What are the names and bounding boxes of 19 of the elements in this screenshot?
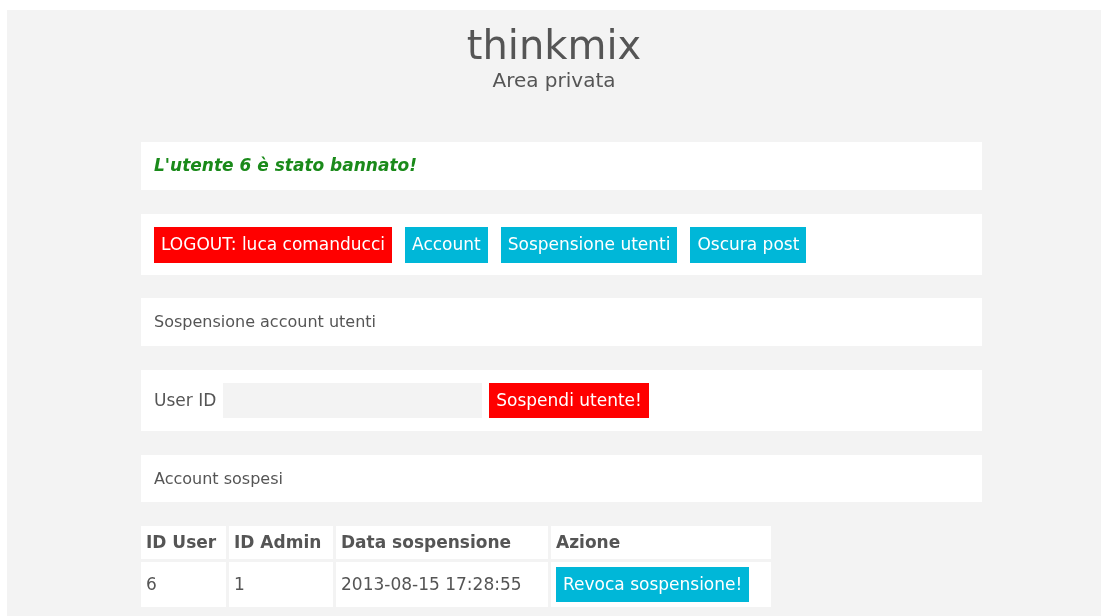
column-header: ID User <box>141 526 226 559</box>
page-subtitle: Area privata <box>492 68 616 92</box>
table-cell: 1 <box>229 562 333 607</box>
column-header: ID Admin <box>229 526 333 559</box>
column-header: Azione <box>551 526 771 559</box>
site-title: thinkmix <box>466 22 642 68</box>
nav-button[interactable]: Account <box>405 226 488 263</box>
section-title: Account sospesi <box>154 467 283 490</box>
suspend-button[interactable]: Sospendi utente! <box>489 383 649 418</box>
table-cell: 2013-08-15 17:28:55 <box>336 562 548 607</box>
column-header: Data sospensione <box>336 526 548 559</box>
table-cell: 6 <box>141 562 226 607</box>
section-title: Sospensione account utenti <box>154 311 376 333</box>
field-label: User ID <box>154 388 217 412</box>
nav-button[interactable]: Sospensione utenti <box>500 226 678 263</box>
success-message: L'utente 6 è stato bannato! <box>154 154 417 178</box>
revoke-button[interactable]: Revoca sospensione! <box>556 567 750 602</box>
nav-button[interactable]: Oscura post <box>690 226 807 263</box>
nav-button[interactable]: LOGOUT: luca comanducci <box>154 226 393 263</box>
